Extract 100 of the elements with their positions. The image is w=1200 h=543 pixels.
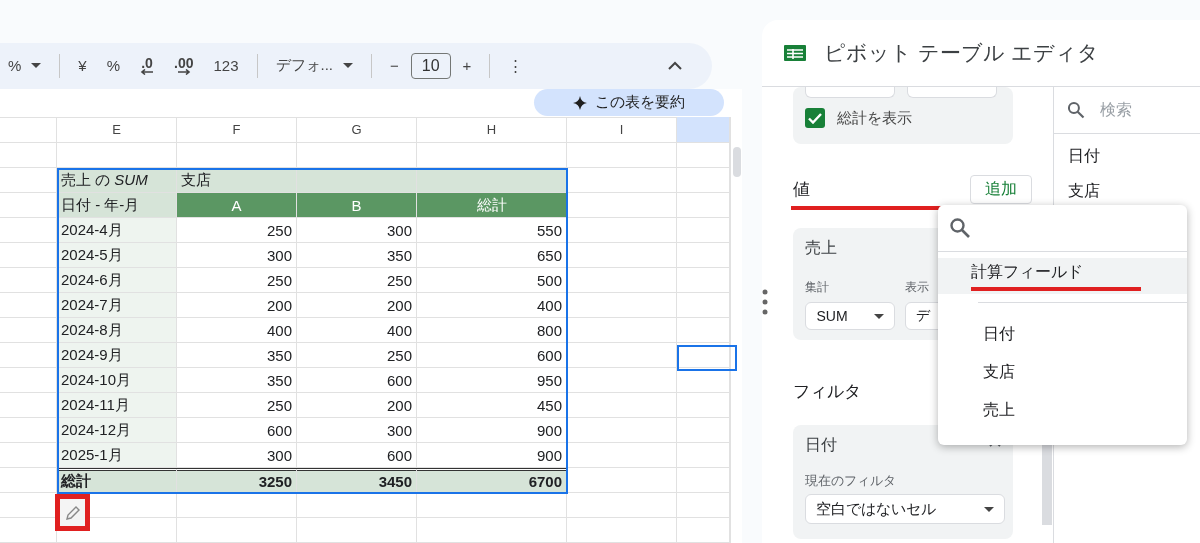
table-cell: 2024-4月 <box>57 218 177 243</box>
menu-item[interactable]: 支店 <box>938 353 1187 391</box>
table-cell-text: 200 <box>265 295 293 316</box>
search-field[interactable]: 検索 <box>1100 101 1200 119</box>
dropdown-button[interactable]: % <box>0 55 50 77</box>
table-cell-text: 400 <box>385 320 413 341</box>
table-cell: 2025-1月 <box>57 443 177 468</box>
table-cell: 日付 - 年-月 <box>57 193 177 218</box>
table-cell: 2024-6月 <box>57 268 177 293</box>
toolbar-button[interactable]: − <box>382 55 407 77</box>
total-cell: 3450 <box>297 468 417 493</box>
corner-cell: 売上 の SUM <box>57 168 177 193</box>
dropdown-caret-icon <box>343 63 354 69</box>
column-header[interactable]: E <box>57 117 177 143</box>
checkbox-label: 総計を表示 <box>837 108 913 128</box>
table-cell-text: 450 <box>535 395 563 416</box>
table-cell-text: 400 <box>265 320 293 341</box>
decrease-decimal-button[interactable]: .0 <box>132 56 163 75</box>
more-button[interactable]: ⋮ <box>500 54 532 77</box>
column-header[interactable]: I <box>567 117 677 143</box>
table-cell-text: 250 <box>385 270 413 291</box>
total-cell: 総計 <box>57 468 177 493</box>
table-cell: 2024-9月 <box>57 343 177 368</box>
selected-cell <box>677 345 737 371</box>
table-cell-text: 900 <box>535 445 563 466</box>
toolbar-button[interactable]: 123 <box>205 55 247 77</box>
field-label: 現在のフィルタ <box>805 472 898 490</box>
column-heading: 総計 <box>417 193 567 218</box>
checkbox[interactable] <box>805 108 826 128</box>
dropdown-button[interactable]: デフォ... <box>267 54 362 78</box>
table-cell-text: 200 <box>385 295 413 316</box>
column-header <box>677 117 730 143</box>
dropdown-caret-icon <box>874 313 885 319</box>
add-button[interactable]: 追加 <box>969 174 1032 204</box>
table-cell: 2024-10月 <box>57 368 177 393</box>
table-cell-text: 250 <box>265 220 293 241</box>
table-cell-text: 900 <box>535 420 563 441</box>
table-cell-text: 550 <box>535 220 563 241</box>
panel-title: ピボット テーブル エディタ <box>824 40 1099 66</box>
table-cell-text: 400 <box>535 295 563 316</box>
drag-handle-icon[interactable] <box>762 288 768 316</box>
table-cell-text: 350 <box>265 370 293 391</box>
scrollbar-thumb[interactable] <box>733 147 741 177</box>
table-cell: 支店 <box>177 168 297 193</box>
pencil-icon[interactable] <box>64 504 81 521</box>
summarize-table-button[interactable]: この表を要約 <box>534 89 724 117</box>
dropdown-caret-icon <box>31 63 42 69</box>
table-cell-text: 250 <box>265 270 293 291</box>
toolbar-button[interactable]: ¥ <box>70 55 95 77</box>
search-icon <box>948 216 972 240</box>
section-title: フィルタ <box>793 381 863 403</box>
column-heading: B <box>297 193 417 218</box>
column-header[interactable]: G <box>297 117 417 143</box>
section-title: 値 <box>793 178 811 201</box>
increase-decimal-button[interactable]: .00 <box>166 56 202 75</box>
table-cell-text: 300 <box>265 245 293 266</box>
summarize-dropdown[interactable]: SUM <box>805 302 896 330</box>
field-name: 売上 <box>805 239 838 256</box>
table-cell-text: 300 <box>385 420 413 441</box>
field-label: 集計 <box>805 279 831 296</box>
menu-item[interactable]: 計算フィールド <box>938 258 1187 294</box>
column-heading: A <box>177 193 297 218</box>
sheets-icon <box>784 45 806 61</box>
menu-item[interactable]: 売上 <box>938 391 1187 429</box>
font-size-field[interactable]: 10 <box>410 52 451 79</box>
table-cell-text: 800 <box>535 320 563 341</box>
filter-dropdown[interactable]: 空白ではないセル <box>805 494 1006 524</box>
field-item[interactable]: 日付 <box>1068 146 1200 167</box>
dropdown-caret-icon <box>984 506 995 512</box>
table-cell-text: 600 <box>385 370 413 391</box>
field-name: 日付 <box>805 436 838 453</box>
table-cell-text: 250 <box>265 395 293 416</box>
collapse-chevron-icon[interactable] <box>668 61 682 71</box>
field-item[interactable]: 支店 <box>1068 181 1200 202</box>
table-cell-text: 500 <box>535 270 563 291</box>
table-cell-text: 350 <box>265 345 293 366</box>
table-cell-text: 200 <box>385 395 413 416</box>
search-icon <box>1066 100 1086 120</box>
toolbar-button[interactable]: + <box>454 55 480 77</box>
toolbar-button[interactable]: % <box>98 55 129 77</box>
total-cell: 3250 <box>177 468 297 493</box>
menu-item[interactable]: 日付 <box>938 315 1187 353</box>
table-cell-text: 600 <box>385 445 413 466</box>
arrow-icon <box>176 68 191 75</box>
column-header[interactable]: H <box>417 117 567 143</box>
table-cell-text: 600 <box>535 345 563 366</box>
arrow-icon <box>140 68 155 75</box>
total-cell: 6700 <box>417 468 567 493</box>
table-cell-text: 950 <box>535 370 563 391</box>
table-cell: 2024-8月 <box>57 318 177 343</box>
column-header[interactable]: F <box>177 117 297 143</box>
table-cell-text: 300 <box>385 220 413 241</box>
table-cell: 2024-11月 <box>57 393 177 418</box>
table-cell: 2024-7月 <box>57 293 177 318</box>
field-label: 表示 <box>905 279 931 296</box>
table-cell-text: 300 <box>265 445 293 466</box>
table-cell: 2024-12月 <box>57 418 177 443</box>
table-cell: 2024-5月 <box>57 243 177 268</box>
table-cell-text: 350 <box>385 245 413 266</box>
table-cell-text: 250 <box>385 345 413 366</box>
